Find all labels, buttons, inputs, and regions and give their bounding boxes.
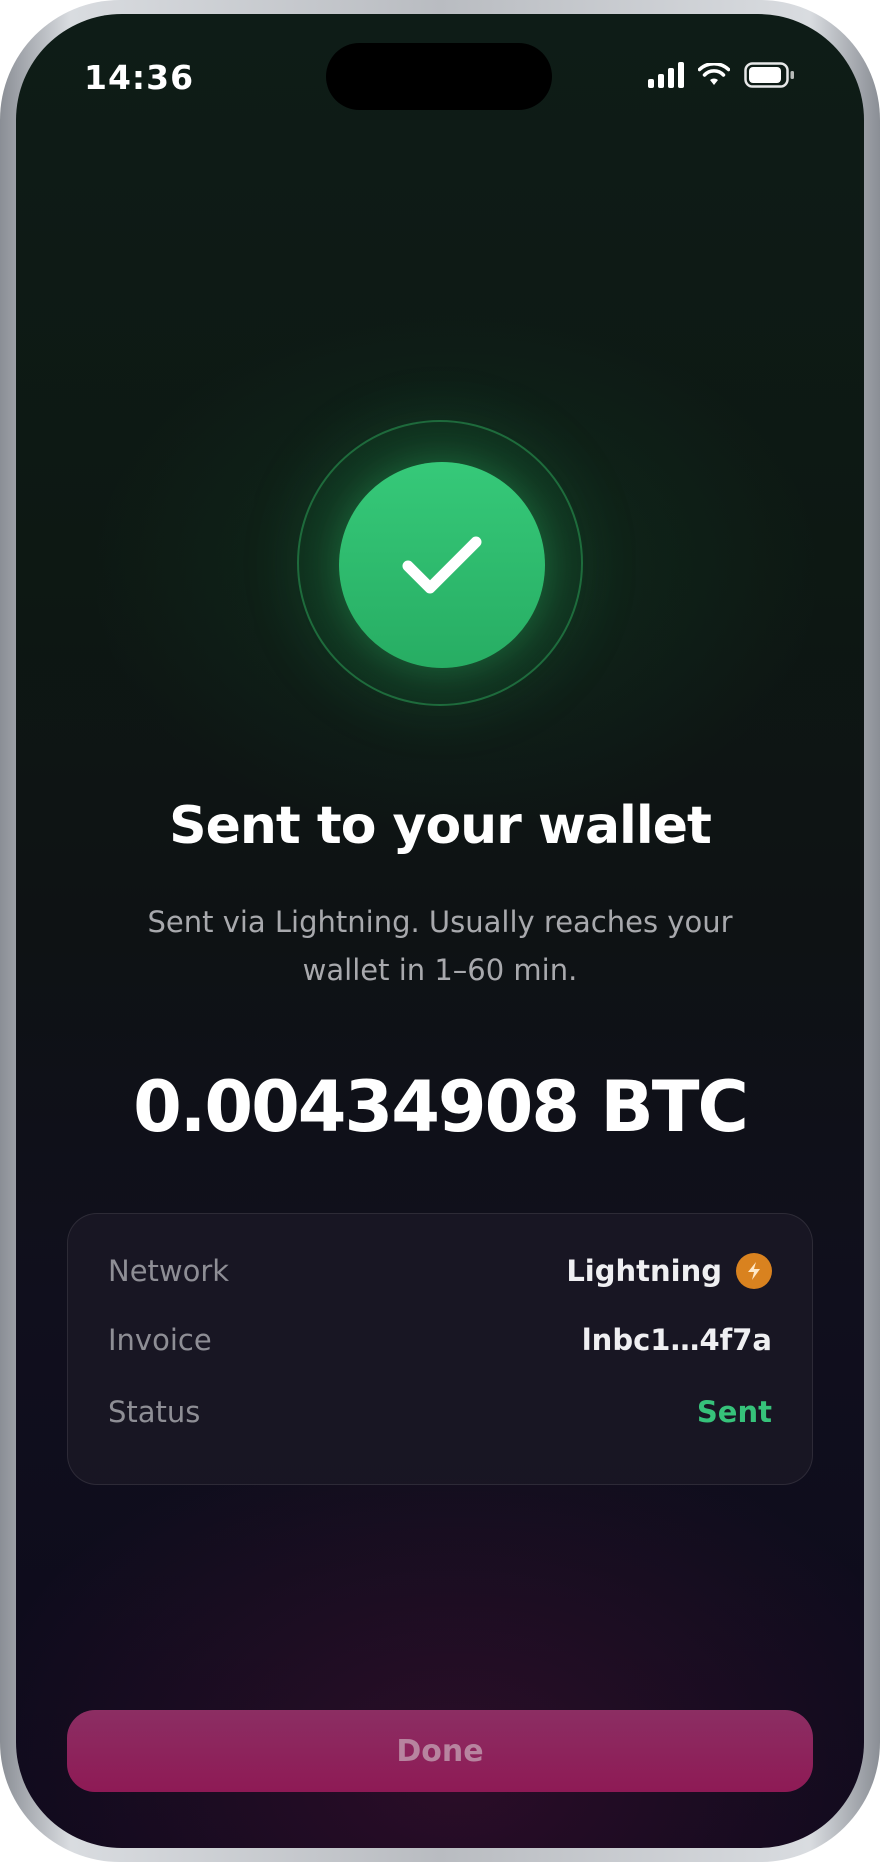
network-value: Lightning: [566, 1254, 722, 1288]
detail-value: Lightning: [566, 1253, 772, 1289]
success-badge: [297, 420, 583, 706]
detail-label: Network: [108, 1254, 230, 1288]
amount-display: 0.00434908 BTC: [133, 1066, 749, 1148]
detail-row-invoice: Invoice lnbc1…4f7a: [108, 1315, 772, 1365]
detail-row-network: Network Lightning: [108, 1246, 772, 1296]
checkmark-icon: [402, 536, 482, 594]
wifi-icon: [698, 63, 730, 85]
status-icons: [648, 62, 796, 88]
screen: 14:36 Sent to your wallet Sent via Light…: [16, 14, 864, 1848]
phone-frame: 14:36 Sent to your wallet Sent via Light…: [0, 0, 880, 1862]
done-button[interactable]: Done: [67, 1710, 813, 1792]
detail-label: Status: [108, 1395, 201, 1429]
dynamic-island: [326, 43, 552, 110]
page-subtitle: Sent via Lightning. Usually reaches your…: [147, 905, 733, 987]
invoice-value: lnbc1…4f7a: [581, 1323, 772, 1357]
detail-label: Invoice: [108, 1323, 212, 1357]
success-circle: [339, 462, 545, 668]
status-value: Sent: [696, 1395, 772, 1429]
status-time: 14:36: [84, 58, 195, 97]
detail-row-status: Status Sent: [108, 1387, 772, 1437]
cellular-signal-icon: [648, 62, 684, 88]
battery-icon: [744, 62, 794, 88]
transaction-details-card: Network Lightning Invoice lnbc1…4f7a Sta…: [67, 1213, 813, 1485]
page-title: Sent to your wallet: [169, 796, 712, 856]
status-bar: 14:36: [16, 14, 864, 124]
lightning-bolt-icon: [736, 1253, 772, 1289]
